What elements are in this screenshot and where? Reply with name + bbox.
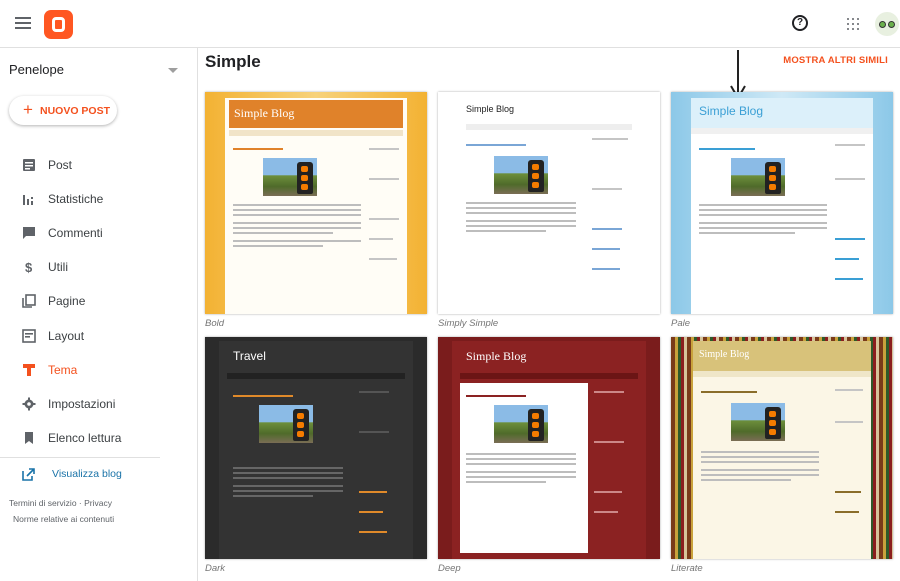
- sidebar-item-tema[interactable]: Tema: [0, 355, 198, 385]
- caret-down-icon: [168, 68, 178, 73]
- theme-tile-pale[interactable]: Simple Blog: [671, 92, 893, 314]
- theme-name: Literate: [671, 563, 703, 574]
- page-title: Simple: [205, 52, 261, 71]
- sidebar-item-label: Commenti: [48, 226, 103, 240]
- layout-icon: [22, 329, 36, 343]
- blog-selector[interactable]: Penelope: [9, 62, 184, 80]
- new-post-label: NUOVO POST: [40, 105, 111, 117]
- terms-link[interactable]: Termini di servizio: [9, 498, 77, 508]
- blogger-logo[interactable]: [44, 10, 73, 39]
- sidebar: Penelope + NUOVO POST Post Statistiche C…: [0, 48, 198, 581]
- preview-header: Simple Blog: [693, 341, 871, 371]
- sidebar-item-label: Pagine: [48, 294, 86, 308]
- theme-tile-dark[interactable]: Travel: [205, 337, 427, 559]
- sidebar-item-label: Post: [48, 158, 73, 172]
- post-icon: [23, 159, 35, 171]
- blog-name: Penelope: [9, 62, 64, 77]
- theme-name: Pale: [671, 318, 691, 329]
- help-circle-icon[interactable]: ?: [792, 15, 808, 31]
- brush-icon: [23, 364, 35, 376]
- theme-name: Bold: [205, 318, 225, 329]
- preview-page: Simple Blog: [452, 341, 646, 559]
- bookmark-icon: [25, 432, 33, 444]
- svg-text:$: $: [25, 260, 33, 274]
- preview-nav: [466, 124, 632, 130]
- preview-header: Simple Blog: [229, 100, 403, 128]
- top-bar: ?: [0, 0, 900, 48]
- preview-page: Travel: [219, 341, 413, 559]
- preview-nav: [229, 130, 403, 136]
- preview-page: Simple Blog: [691, 98, 873, 314]
- apps-grid-icon[interactable]: [847, 18, 859, 30]
- footer-links: Termini di servizio · Privacy Norme rela…: [9, 495, 114, 527]
- view-blog-link[interactable]: Visualizza blog: [0, 464, 198, 486]
- preview-photo: [494, 405, 548, 443]
- preview-photo: [263, 158, 317, 196]
- privacy-link[interactable]: Privacy: [84, 498, 112, 508]
- preview-nav: [693, 371, 871, 377]
- sidebar-item-layout[interactable]: Layout: [0, 321, 198, 351]
- sidebar-item-pagine[interactable]: Pagine: [0, 286, 198, 316]
- preview-title: Simple Blog: [699, 104, 764, 118]
- theme-name: Dark: [205, 563, 226, 574]
- preview-title: Travel: [233, 349, 266, 363]
- preview-photo: [494, 156, 548, 194]
- sidebar-item-utili[interactable]: $ Utili: [0, 252, 198, 282]
- theme-tile-deep[interactable]: Simple Blog: [438, 337, 660, 559]
- view-blog-label: Visualizza blog: [52, 468, 122, 480]
- theme-tile-literate[interactable]: Simple Blog: [671, 337, 893, 559]
- sidebar-item-commenti[interactable]: Commenti: [0, 218, 198, 248]
- stats-icon: [23, 195, 33, 205]
- new-post-button[interactable]: + NUOVO POST: [9, 96, 117, 125]
- preview-page: Simple Blog: [452, 98, 646, 314]
- sidebar-item-label: Utili: [48, 260, 68, 274]
- gear-icon: [22, 397, 36, 411]
- sidebar-item-statistiche[interactable]: Statistiche: [0, 184, 198, 214]
- comment-icon: [23, 227, 35, 239]
- content-policy-link[interactable]: Norme relative ai contenuti: [13, 514, 114, 524]
- sidebar-item-label: Layout: [48, 329, 85, 343]
- preview-title: Simple Blog: [466, 104, 515, 114]
- sidebar-divider: [0, 457, 160, 458]
- sidebar-item-label: Tema: [48, 363, 78, 377]
- preview-photo: [731, 158, 785, 196]
- theme-tile-bold[interactable]: Simple Blog: [205, 92, 427, 314]
- preview-title: Simple Blog: [466, 349, 527, 363]
- sidebar-item-impostazioni[interactable]: Impostazioni: [0, 389, 198, 419]
- preview-page: Simple Blog: [225, 98, 407, 314]
- preview-title: Simple Blog: [234, 106, 295, 120]
- theme-name: Simply Simple: [438, 318, 499, 329]
- sidebar-item-post[interactable]: Post: [0, 150, 198, 180]
- preview-nav: [691, 128, 873, 134]
- pages-icon: [22, 294, 36, 308]
- footer-separator: ·: [78, 498, 82, 508]
- theme-name: Deep: [438, 563, 461, 574]
- sidebar-item-label: Statistiche: [48, 192, 104, 206]
- open-external-icon: [22, 468, 35, 481]
- preview-photo: [731, 403, 785, 441]
- sidebar-item-label: Elenco lettura: [48, 431, 122, 445]
- preview-nav: [227, 373, 405, 379]
- preview-nav: [460, 373, 638, 379]
- preview-title: Simple Blog: [699, 349, 750, 360]
- preview-page: Simple Blog: [693, 341, 871, 559]
- sidebar-item-label: Impostazioni: [48, 397, 116, 411]
- avatar[interactable]: [875, 12, 899, 36]
- hamburger-menu-icon[interactable]: [15, 17, 31, 29]
- preview-header: Simple Blog: [691, 98, 873, 128]
- preview-photo: [259, 405, 313, 443]
- dollar-icon: $: [25, 260, 33, 274]
- sidebar-item-elenco-lettura[interactable]: Elenco lettura: [0, 423, 198, 453]
- plus-icon: +: [23, 100, 33, 119]
- show-more-similar-link[interactable]: MOSTRA ALTRI SIMILI: [760, 55, 888, 66]
- theme-tile-simply-simple[interactable]: Simple Blog: [438, 92, 660, 314]
